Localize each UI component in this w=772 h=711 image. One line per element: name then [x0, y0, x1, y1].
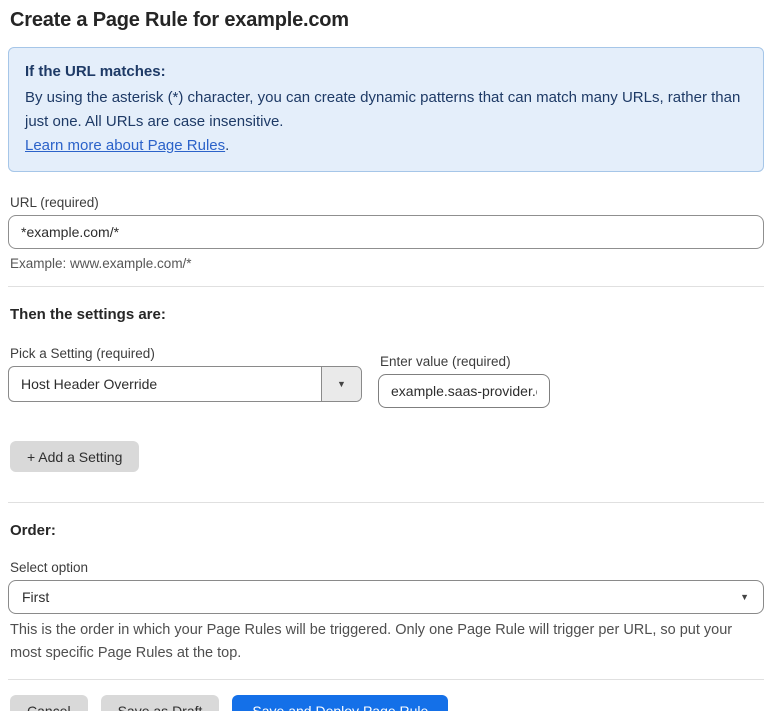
cancel-button[interactable]: Cancel: [10, 695, 88, 711]
settings-section: Then the settings are: Pick a Setting (r…: [8, 306, 764, 487]
pick-setting-value: Host Header Override: [21, 376, 158, 392]
enter-value-column: Enter value (required): [378, 346, 550, 408]
page-rule-form: Create a Page Rule for example.com If th…: [0, 0, 772, 711]
dropdown-arrow-button[interactable]: ▼: [321, 367, 361, 401]
chevron-down-icon: ▼: [337, 379, 346, 389]
setting-value-input[interactable]: [378, 374, 550, 408]
order-heading: Order:: [10, 522, 56, 539]
order-select[interactable]: First ▼: [8, 580, 764, 614]
chevron-down-icon: ▼: [740, 592, 749, 602]
order-help-text: This is the order in which your Page Rul…: [10, 622, 733, 661]
url-example-hint: Example: www.example.com/*: [10, 256, 192, 271]
footer-actions: Cancel Save as Draft Save and Deploy Pag…: [8, 695, 764, 711]
save-and-deploy-button[interactable]: Save and Deploy Page Rule: [232, 695, 449, 711]
learn-more-link[interactable]: Learn more about Page Rules: [25, 137, 225, 154]
add-setting-button[interactable]: + Add a Setting: [10, 441, 140, 472]
select-option-label: Select option: [10, 560, 89, 575]
pick-setting-column: Pick a Setting (required) Host Header Ov…: [8, 346, 362, 402]
info-box-body: By using the asterisk (*) character, you…: [25, 89, 741, 130]
setting-row: Pick a Setting (required) Host Header Ov…: [8, 346, 764, 408]
divider: [8, 502, 764, 503]
divider: [8, 286, 764, 287]
divider: [8, 679, 764, 680]
page-title: Create a Page Rule for example.com: [10, 9, 349, 31]
url-label: URL (required): [10, 195, 99, 210]
save-as-draft-button[interactable]: Save as Draft: [100, 695, 220, 711]
pick-setting-label: Pick a Setting (required): [10, 346, 155, 361]
url-input[interactable]: [8, 215, 764, 249]
order-select-value: First: [22, 589, 50, 605]
order-section: Order: Select option First ▼ This is the…: [8, 522, 764, 665]
info-box-link-line: Learn more about Page Rules.: [25, 134, 747, 158]
url-matches-info-box: If the URL matches: By using the asteris…: [8, 47, 764, 172]
pick-setting-dropdown[interactable]: Host Header Override ▼: [8, 366, 362, 402]
settings-heading: Then the settings are:: [10, 306, 166, 323]
url-section: URL (required) Example: www.example.com/…: [8, 195, 764, 271]
info-box-heading: If the URL matches:: [25, 63, 166, 80]
enter-value-label: Enter value (required): [380, 354, 511, 369]
link-suffix: .: [225, 137, 230, 154]
